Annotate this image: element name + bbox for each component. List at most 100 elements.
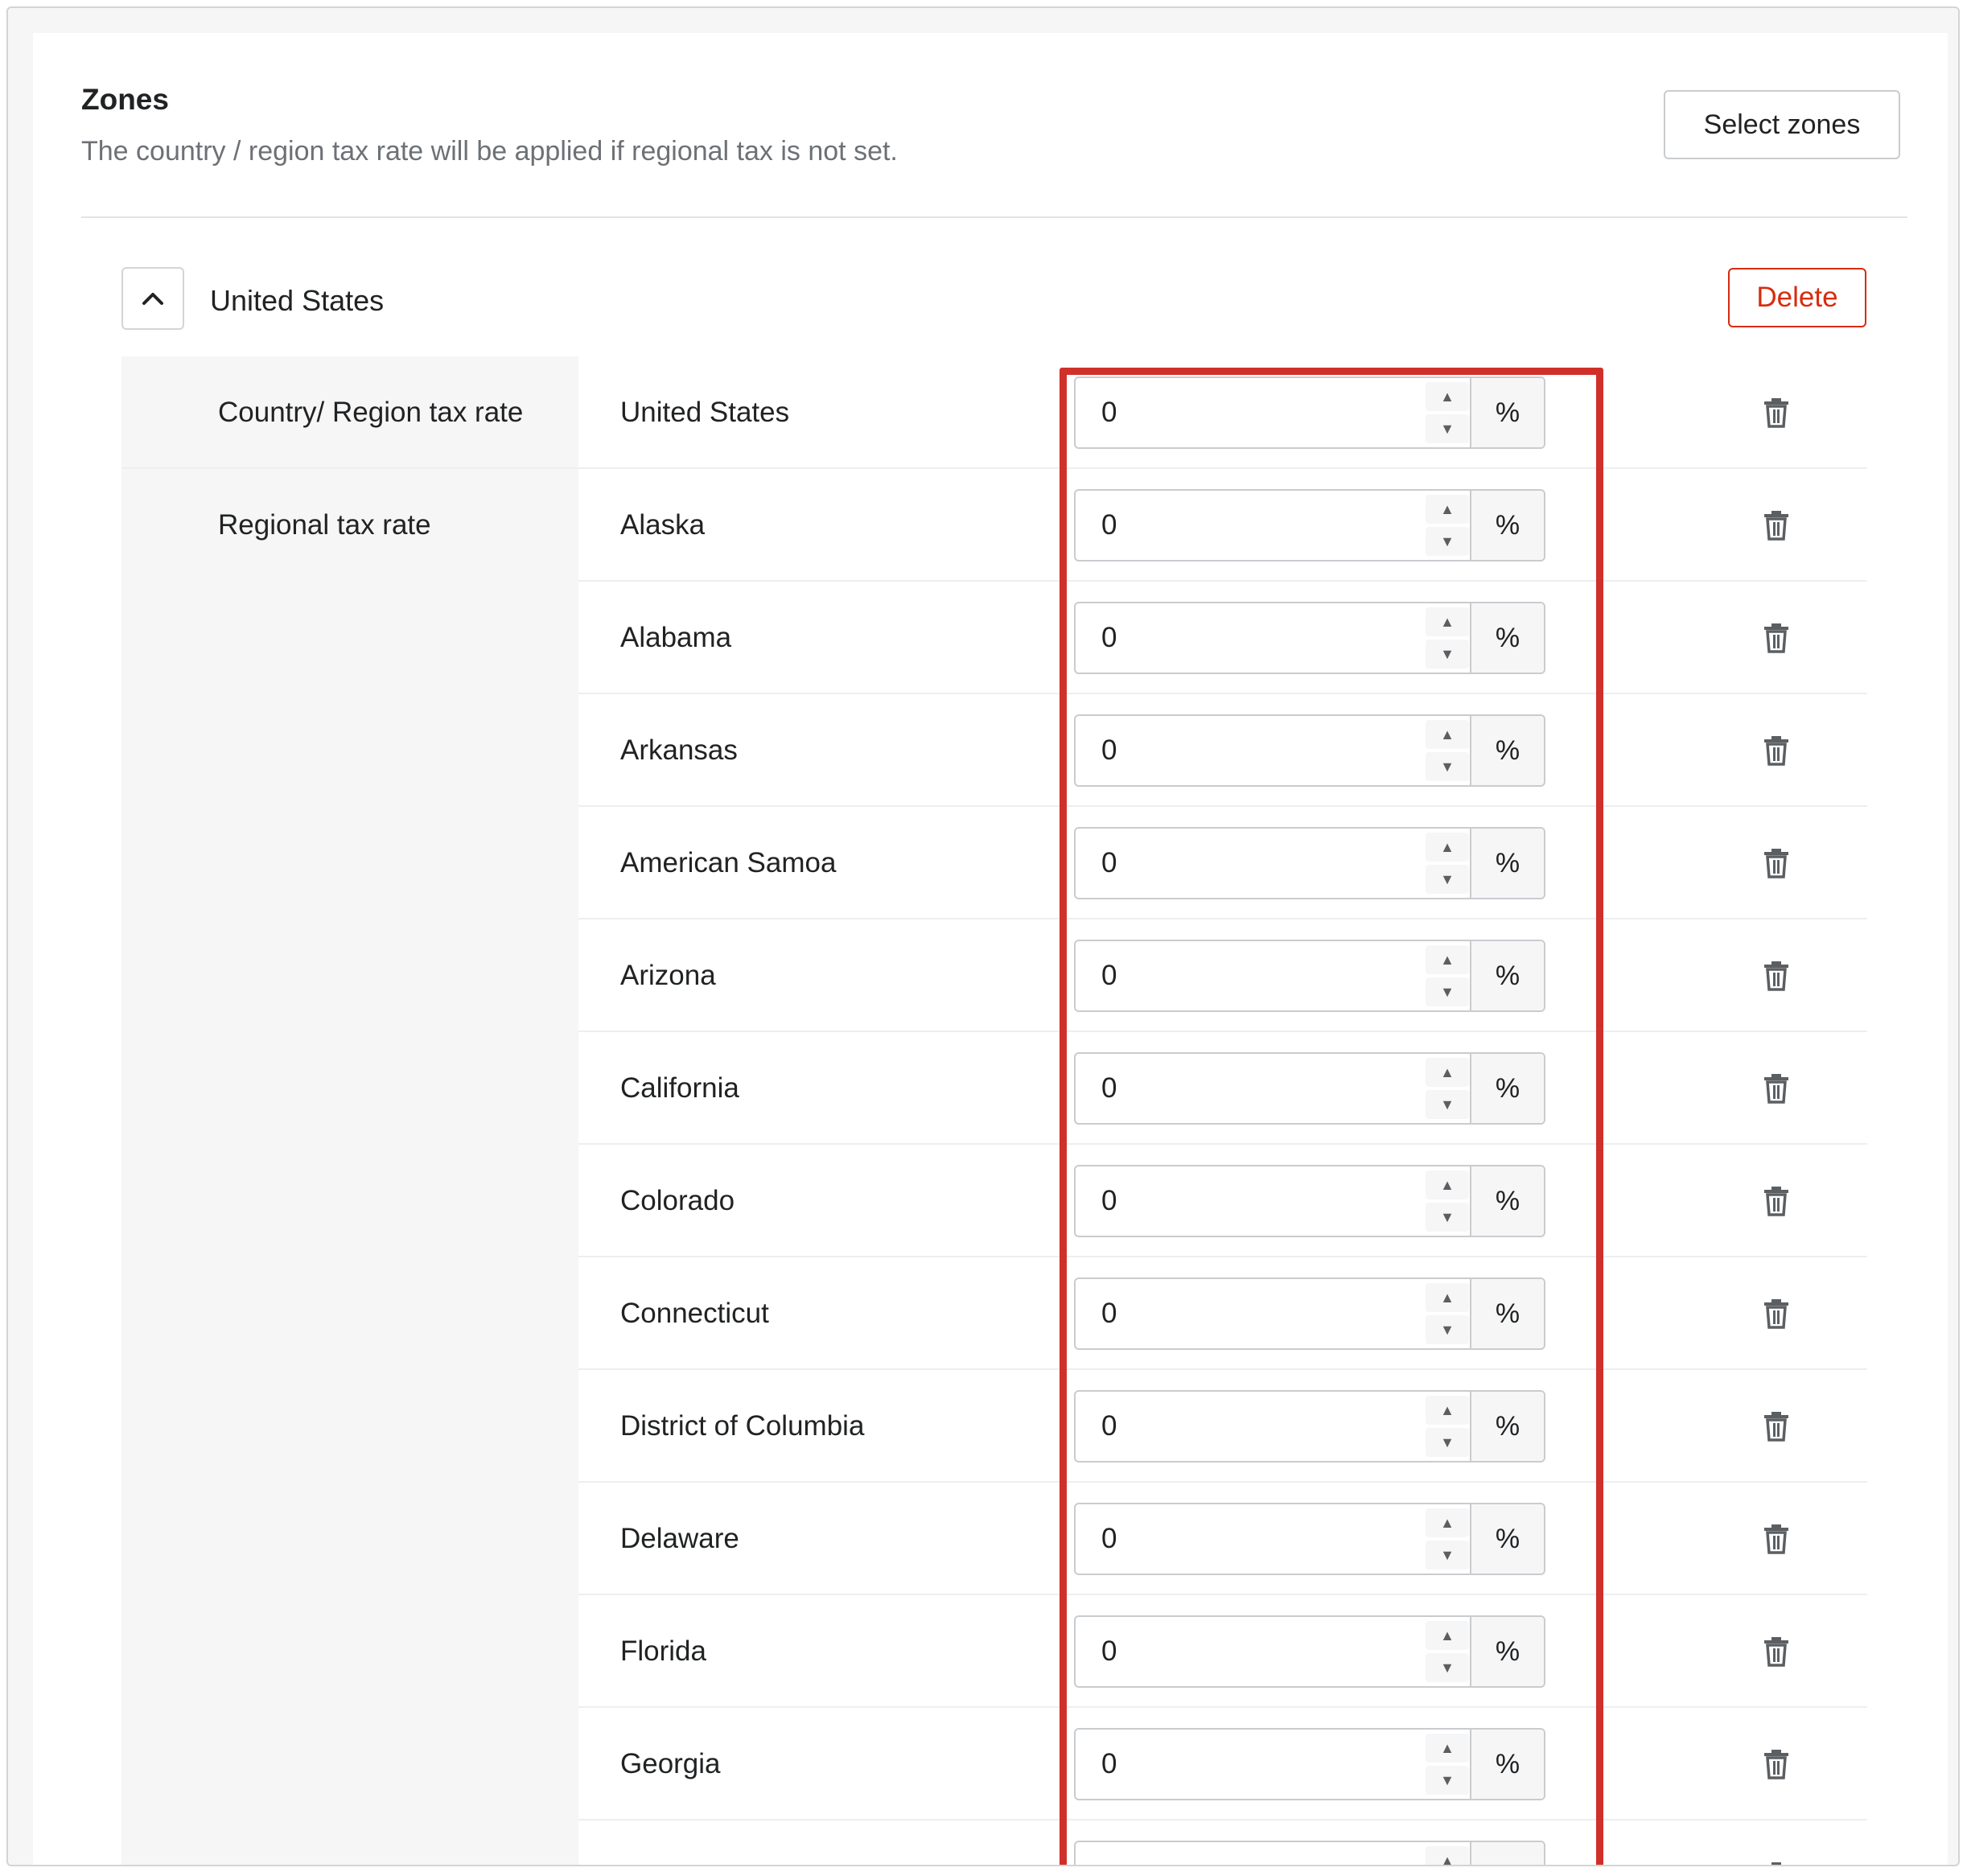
tax-rate-input[interactable]: 0▲▼% <box>1074 1390 1545 1463</box>
percent-suffix: % <box>1470 1842 1544 1865</box>
caret-down-icon[interactable]: ▼ <box>1426 1203 1469 1232</box>
tax-rate-value[interactable]: 0 <box>1076 1185 1425 1217</box>
trash-icon[interactable] <box>1760 1523 1792 1555</box>
tax-rate-value[interactable]: 0 <box>1076 1410 1425 1442</box>
delete-country-button[interactable]: Delete <box>1728 268 1866 327</box>
select-zones-button[interactable]: Select zones <box>1664 90 1900 159</box>
caret-up-icon[interactable]: ▲ <box>1426 607 1469 636</box>
regional-rate-row: Georgia 0 ▲ ▼% <box>121 1708 1867 1820</box>
tax-rate-value[interactable]: 0 <box>1076 734 1425 767</box>
caret-down-icon[interactable]: ▼ <box>1426 414 1469 443</box>
trash-icon[interactable] <box>1760 1861 1792 1865</box>
caret-up-icon[interactable]: ▲ <box>1426 1846 1469 1865</box>
tax-rate-input[interactable]: 0▲▼% <box>1074 1728 1545 1800</box>
number-stepper[interactable]: ▲▼ <box>1425 941 1470 1010</box>
zones-card: Zones The country / region tax rate will… <box>33 33 1948 1865</box>
caret-up-icon[interactable]: ▲ <box>1426 1734 1469 1763</box>
trash-icon[interactable] <box>1760 960 1792 992</box>
caret-down-icon[interactable]: ▼ <box>1426 1766 1469 1795</box>
trash-icon[interactable] <box>1760 734 1792 767</box>
region-name: Delaware <box>620 1523 739 1554</box>
tax-rate-value[interactable]: 0 <box>1076 1748 1425 1780</box>
region-name: California <box>620 1072 739 1104</box>
tax-rate-input[interactable]: 0▲▼% <box>1074 1165 1545 1237</box>
tax-rate-input[interactable]: 0▲▼% <box>1074 940 1545 1012</box>
caret-down-icon[interactable]: ▼ <box>1426 1541 1469 1570</box>
caret-down-icon[interactable]: ▼ <box>1426 1315 1469 1344</box>
region-name: Connecticut <box>620 1298 769 1329</box>
percent-suffix: % <box>1470 1392 1544 1461</box>
percent-suffix: % <box>1470 1504 1544 1574</box>
caret-up-icon[interactable]: ▲ <box>1426 382 1469 411</box>
caret-down-icon[interactable]: ▼ <box>1426 752 1469 781</box>
trash-icon[interactable] <box>1760 847 1792 879</box>
trash-icon[interactable] <box>1760 1185 1792 1217</box>
tax-rate-value[interactable]: 0 <box>1076 1523 1425 1555</box>
tax-rate-value[interactable]: 0 <box>1076 1635 1425 1668</box>
trash-icon[interactable] <box>1760 1072 1792 1105</box>
caret-down-icon[interactable]: ▼ <box>1426 527 1469 556</box>
tax-rate-value[interactable]: 0 <box>1076 960 1425 992</box>
caret-up-icon[interactable]: ▲ <box>1426 1170 1469 1199</box>
caret-down-icon[interactable]: ▼ <box>1426 1090 1469 1119</box>
trash-icon[interactable] <box>1760 509 1792 541</box>
regional-rate-row: Florida 0 ▲ ▼% <box>121 1595 1867 1708</box>
caret-up-icon[interactable]: ▲ <box>1426 1508 1469 1537</box>
number-stepper[interactable]: ▲ ▼ <box>1425 378 1470 447</box>
caret-up-icon[interactable]: ▲ <box>1426 1058 1469 1087</box>
number-stepper[interactable]: ▲▼ <box>1425 603 1470 673</box>
caret-down-icon[interactable]: ▼ <box>1426 640 1469 669</box>
tax-rate-value[interactable]: 0 <box>1076 509 1425 541</box>
percent-suffix: % <box>1470 378 1544 447</box>
number-stepper[interactable]: ▲▼ <box>1425 1504 1470 1574</box>
trash-icon[interactable] <box>1760 1410 1792 1442</box>
tax-rate-value[interactable]: 0 <box>1076 1072 1425 1105</box>
tax-rate-input[interactable]: 0 ▲ ▼ % <box>1074 376 1545 449</box>
number-stepper[interactable]: ▲▼ <box>1425 1054 1470 1123</box>
country-rate-row: Country/ Region tax rate United States 0… <box>121 356 1867 469</box>
number-stepper[interactable]: ▲▼ <box>1425 829 1470 898</box>
caret-up-icon[interactable]: ▲ <box>1426 1396 1469 1425</box>
number-stepper[interactable]: ▲▼ <box>1425 1392 1470 1461</box>
caret-up-icon[interactable]: ▲ <box>1426 1621 1469 1650</box>
tax-rate-input[interactable]: 0▲▼% <box>1074 489 1545 562</box>
number-stepper[interactable]: ▲▼ <box>1425 716 1470 785</box>
tax-rate-input[interactable]: 0▲▼% <box>1074 1503 1545 1575</box>
tax-rate-input[interactable]: 0▲▼% <box>1074 1052 1545 1125</box>
number-stepper[interactable]: ▲▼ <box>1425 1842 1470 1865</box>
tax-rate-value[interactable]: 0 <box>1076 847 1425 879</box>
caret-down-icon[interactable]: ▼ <box>1426 1653 1469 1682</box>
trash-icon[interactable] <box>1760 622 1792 654</box>
tax-rate-input[interactable]: 0▲▼% <box>1074 602 1545 674</box>
tax-rate-value[interactable]: 0 <box>1076 1861 1425 1865</box>
chevron-up-icon <box>142 293 163 305</box>
section-title: Zones <box>81 83 169 116</box>
number-stepper[interactable]: ▲▼ <box>1425 491 1470 560</box>
tax-rate-input[interactable]: 0▲▼% <box>1074 1841 1545 1865</box>
tax-rate-value[interactable]: 0 <box>1076 1298 1425 1330</box>
trash-icon[interactable] <box>1760 1298 1792 1330</box>
caret-down-icon[interactable]: ▼ <box>1426 1428 1469 1457</box>
tax-rate-input[interactable]: 0▲▼% <box>1074 827 1545 899</box>
caret-down-icon[interactable]: ▼ <box>1426 977 1469 1006</box>
number-stepper[interactable]: ▲▼ <box>1425 1166 1470 1236</box>
trash-icon[interactable] <box>1760 1748 1792 1780</box>
number-stepper[interactable]: ▲▼ <box>1425 1617 1470 1686</box>
caret-up-icon[interactable]: ▲ <box>1426 495 1469 524</box>
trash-icon[interactable] <box>1760 1635 1792 1668</box>
collapse-button[interactable] <box>121 267 184 330</box>
caret-up-icon[interactable]: ▲ <box>1426 833 1469 862</box>
tax-rate-input[interactable]: 0▲▼% <box>1074 714 1545 787</box>
caret-up-icon[interactable]: ▲ <box>1426 720 1469 749</box>
tax-rate-input[interactable]: 0▲▼% <box>1074 1277 1545 1350</box>
caret-up-icon[interactable]: ▲ <box>1426 945 1469 974</box>
tax-rate-input[interactable]: 0▲▼% <box>1074 1615 1545 1688</box>
tax-rate-value[interactable]: 0 <box>1076 622 1425 654</box>
number-stepper[interactable]: ▲▼ <box>1425 1730 1470 1799</box>
caret-up-icon[interactable]: ▲ <box>1426 1283 1469 1312</box>
trash-icon[interactable] <box>1760 397 1792 429</box>
tax-rate-value[interactable]: 0 <box>1076 397 1425 429</box>
number-stepper[interactable]: ▲▼ <box>1425 1279 1470 1348</box>
region-name: Georgia <box>620 1748 721 1779</box>
caret-down-icon[interactable]: ▼ <box>1426 865 1469 894</box>
